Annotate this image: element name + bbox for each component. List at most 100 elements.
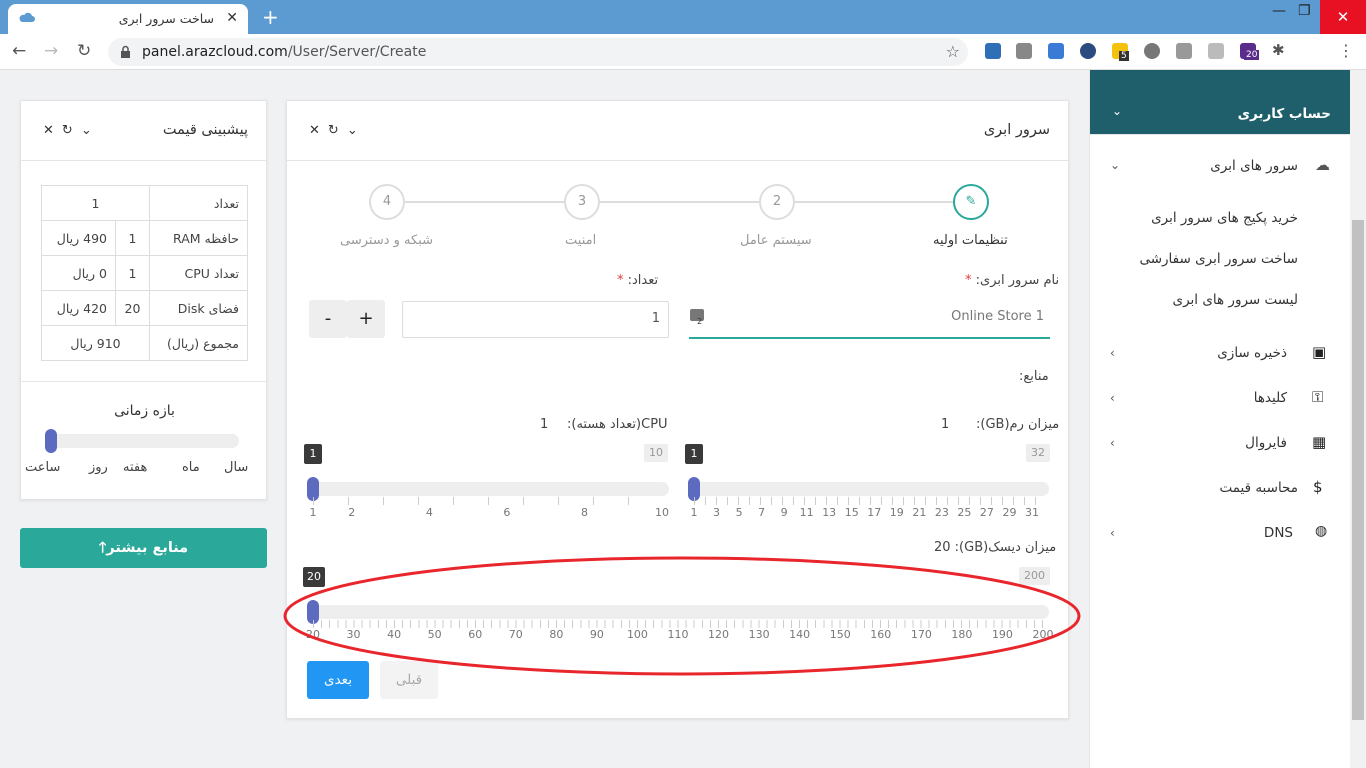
- sidebar-item-cloud-servers[interactable]: سرور های ابری: [1210, 158, 1298, 174]
- count-input[interactable]: 1: [402, 301, 669, 338]
- extension-5-icon[interactable]: 5: [1112, 43, 1129, 61]
- back-icon[interactable]: ←: [12, 41, 26, 61]
- menu-kebab-icon[interactable]: ⋮: [1338, 41, 1354, 60]
- step-3-circle[interactable]: 3: [564, 184, 600, 220]
- ram-label: میزان رم(GB):: [976, 417, 1060, 432]
- tab-close-icon[interactable]: ✕: [226, 10, 238, 26]
- tick-label: 4: [425, 506, 433, 519]
- close-icon[interactable]: ✕: [43, 123, 62, 138]
- chevron-left-icon[interactable]: ‹: [1110, 346, 1115, 360]
- globe-extension-icon[interactable]: [1144, 43, 1160, 59]
- puzzle-extensions-icon[interactable]: ✱: [1272, 41, 1285, 59]
- drive-extension-icon[interactable]: [1176, 43, 1192, 59]
- row-label: تعداد CPU: [149, 255, 248, 291]
- period-slider-thumb[interactable]: [45, 429, 57, 453]
- tick-label: 1: [690, 506, 698, 519]
- step-1-circle[interactable]: ✎: [953, 184, 989, 220]
- period-option-hour[interactable]: ساعت: [25, 460, 60, 475]
- extension-1-icon[interactable]: [985, 43, 1001, 59]
- new-tab-button[interactable]: +: [262, 5, 279, 29]
- tab-title: ساخت سرور ابری: [118, 11, 214, 26]
- chevron-down-icon[interactable]: ⌄: [347, 123, 366, 138]
- tick-label: 29: [1002, 506, 1017, 519]
- count-plus-button[interactable]: +: [347, 300, 385, 338]
- bookmark-star-icon[interactable]: ☆: [946, 42, 960, 61]
- chevron-left-icon[interactable]: ‹: [1110, 436, 1115, 450]
- refresh-icon[interactable]: ↻: [62, 123, 81, 138]
- row-price: 0 ریال: [41, 255, 116, 291]
- step-2-circle[interactable]: 2: [759, 184, 795, 220]
- count-minus-button[interactable]: -: [309, 300, 347, 338]
- step-4-label[interactable]: شبکه و دسترسی: [340, 233, 433, 248]
- tick-label: 31: [1025, 506, 1039, 519]
- extension-badge: 20: [1244, 50, 1260, 60]
- sidebar-item-firewall[interactable]: فایروال: [1245, 435, 1287, 451]
- sidebar-subitem-buy-package[interactable]: خرید پکیج های سرور ابری: [1151, 210, 1298, 226]
- period-option-month[interactable]: ماه: [182, 460, 200, 475]
- tick-label: 19: [889, 506, 904, 519]
- refresh-icon[interactable]: ↻: [328, 123, 347, 138]
- address-bar-row: ← → ↻ panel.arazcloud.com/User/Server/Cr…: [0, 34, 1366, 70]
- period-option-week[interactable]: هفته: [123, 460, 147, 475]
- url-domain: panel.arazcloud.com: [142, 44, 288, 60]
- extension-8-icon[interactable]: [1208, 43, 1224, 59]
- reload-icon[interactable]: ↻: [77, 41, 91, 61]
- card-tools: ✕↻⌄: [43, 123, 100, 138]
- scrollbar[interactable]: [1350, 70, 1366, 768]
- sidebar-item-price-calc[interactable]: محاسبه قیمت: [1219, 480, 1298, 496]
- chevron-left-icon[interactable]: ‹: [1110, 526, 1115, 540]
- url-field[interactable]: panel.arazcloud.com/User/Server/Create ☆: [108, 38, 968, 66]
- page-content: پیشبینی قیمت ✕↻⌄ تعداد 1 حافظه RAM 1 490 ری…: [0, 70, 1366, 768]
- server-name-field[interactable]: 2 Online Store 1: [689, 299, 1050, 339]
- camera-extension-icon[interactable]: [1016, 43, 1032, 59]
- account-menu[interactable]: حساب کاربری: [1238, 106, 1331, 122]
- step-3-label[interactable]: امنیت: [565, 233, 596, 248]
- close-window-button[interactable]: ✕: [1320, 0, 1366, 34]
- cloud-favicon-icon: [19, 12, 35, 22]
- extension-9-icon[interactable]: 20: [1240, 43, 1260, 60]
- sidebar-item-storage[interactable]: ذخیره سازی: [1217, 345, 1287, 361]
- period-option-day[interactable]: روز: [89, 460, 108, 475]
- extension-4-icon[interactable]: [1080, 43, 1096, 59]
- minimize-button[interactable]: —: [1272, 3, 1286, 19]
- server-card-title: سرور ابری: [983, 122, 1050, 138]
- period-slider-track[interactable]: [47, 434, 239, 448]
- tick-label: 5: [735, 506, 743, 519]
- server-icon: 2: [690, 309, 704, 325]
- sidebar-item-keys[interactable]: کلیدها: [1254, 390, 1287, 406]
- ram-slider-tooltip: 1: [685, 444, 703, 464]
- browser-tab[interactable]: ساخت سرور ابری ✕: [8, 4, 248, 34]
- table-row: تعداد CPU 1 0 ریال: [41, 255, 248, 291]
- step-4-circle[interactable]: 4: [369, 184, 405, 220]
- sidebar-header: حساب کاربری ⌄: [1090, 70, 1351, 134]
- more-resources-button[interactable]: منابع بیشتر🡑: [20, 528, 267, 568]
- ram-slider-track[interactable]: [689, 482, 1049, 496]
- row-price: 490 ریال: [41, 220, 116, 256]
- tick-label: 15: [844, 506, 859, 519]
- sidebar-subitem-custom-server[interactable]: ساخت سرور ابری سفارشی: [1139, 251, 1298, 267]
- step-2-label[interactable]: سیستم عامل: [740, 233, 812, 248]
- row-price: 910 ریال: [41, 325, 150, 361]
- chevron-down-icon[interactable]: ⌄: [81, 123, 100, 138]
- close-icon[interactable]: ✕: [309, 123, 328, 138]
- chevron-down-icon[interactable]: ⌄: [1110, 158, 1120, 172]
- tick-label: 10: [655, 506, 669, 519]
- price-estimate-card: پیشبینی قیمت ✕↻⌄ تعداد 1 حافظه RAM 1 490 ری…: [20, 100, 268, 500]
- divider: [1090, 134, 1351, 135]
- tick-label: 21: [912, 506, 927, 519]
- count-label: تعداد: *: [617, 273, 659, 288]
- maximize-button[interactable]: ❐: [1298, 3, 1311, 19]
- period-option-year[interactable]: سال: [224, 460, 248, 475]
- extension-3-icon[interactable]: [1048, 43, 1064, 59]
- tick-label: 3: [713, 506, 721, 519]
- sidebar-subitem-server-list[interactable]: لیست سرور های ابری: [1173, 292, 1298, 308]
- firewall-icon: ▦: [1312, 433, 1327, 451]
- step-1-label[interactable]: تنظیمات اولیه: [933, 233, 1008, 248]
- chevron-left-icon[interactable]: ‹: [1110, 391, 1115, 405]
- forward-icon[interactable]: →: [44, 41, 58, 61]
- scrollbar-thumb[interactable]: [1352, 220, 1364, 720]
- cpu-slider-track[interactable]: [309, 482, 669, 496]
- sidebar-item-dns[interactable]: DNS: [1264, 525, 1293, 541]
- chevron-down-icon[interactable]: ⌄: [1112, 104, 1122, 118]
- price-card-title: پیشبینی قیمت: [162, 122, 248, 138]
